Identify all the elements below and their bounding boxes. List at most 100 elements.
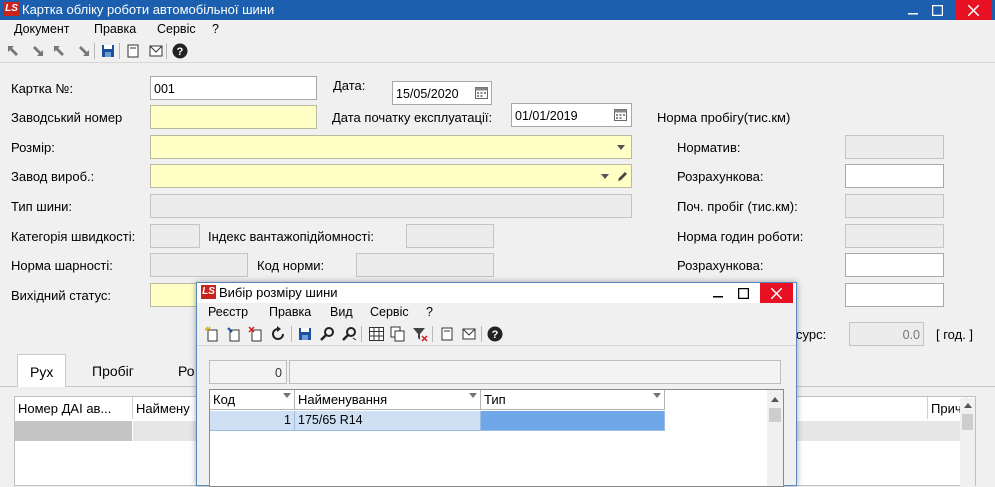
load-index-field <box>406 224 494 248</box>
close-icon <box>771 287 782 299</box>
menu-service[interactable]: Сервіс <box>370 305 409 319</box>
menu-service[interactable]: Сервіс <box>157 22 196 36</box>
column-header-name-label: Найменування <box>298 392 388 407</box>
column-header-plate[interactable]: Номер ДАІ ав... <box>15 397 133 419</box>
toolbar-separator <box>291 326 292 342</box>
minimize-icon <box>713 296 723 298</box>
filter-icon <box>413 328 428 342</box>
preview-button[interactable] <box>438 325 456 343</box>
refresh-icon <box>272 326 284 340</box>
toolbar-button-1[interactable] <box>5 42 23 60</box>
menubar: Документ Правка Сервіс ? <box>0 20 995 39</box>
close-button[interactable] <box>955 0 992 20</box>
manufacturer-dropdown[interactable] <box>150 164 632 188</box>
save-icon <box>299 328 311 340</box>
size-dropdown[interactable] <box>150 135 632 159</box>
arrow-down-right-icon <box>79 46 89 56</box>
extra-field[interactable] <box>845 283 944 307</box>
search-next-icon <box>342 327 357 341</box>
filter-code[interactable]: 0 <box>209 360 287 384</box>
chevron-down-icon[interactable] <box>600 172 610 180</box>
toolbar-button-4[interactable] <box>74 42 92 60</box>
scroll-thumb[interactable] <box>962 414 973 430</box>
dialog-close-button[interactable] <box>760 283 793 303</box>
scroll-up-icon[interactable] <box>767 392 782 407</box>
pencil-icon[interactable] <box>614 168 630 184</box>
preview-button[interactable] <box>124 42 142 60</box>
chevron-down-icon[interactable] <box>616 143 626 151</box>
resource-label: сурс: <box>796 327 827 342</box>
load-index-label: Індекс вантажопідйомності: <box>208 229 374 244</box>
normative-label: Норматив: <box>677 140 741 155</box>
menu-registry[interactable]: Реєстр <box>208 305 248 319</box>
maximize-button[interactable] <box>922 0 952 20</box>
initial-mileage-field <box>845 194 944 218</box>
email-button[interactable] <box>460 325 478 343</box>
size-label: Розмір: <box>11 140 55 155</box>
save-button[interactable] <box>296 325 314 343</box>
scroll-up-icon[interactable] <box>960 398 975 413</box>
toolbar-button-2[interactable] <box>28 42 46 60</box>
card-no-field[interactable]: 001 <box>150 76 317 100</box>
manufacturer-label: Завод вироб.: <box>11 169 95 184</box>
dialog-logo: LS <box>201 285 216 299</box>
filter-name[interactable] <box>289 360 781 384</box>
toolbar-button-3[interactable] <box>51 42 69 60</box>
menu-edit[interactable]: Правка <box>269 305 311 319</box>
document-icon <box>127 44 139 58</box>
tab-mileage[interactable]: Пробіг <box>80 354 146 387</box>
search-button[interactable] <box>318 325 336 343</box>
arrow-up-left-icon <box>8 46 18 56</box>
refresh-button[interactable] <box>269 325 287 343</box>
menu-help[interactable]: ? <box>426 305 433 319</box>
save-icon <box>102 45 114 57</box>
menu-view[interactable]: Вид <box>330 305 353 319</box>
toolbar-separator <box>94 43 95 59</box>
svg-text:?: ? <box>492 329 499 341</box>
calculated-field[interactable] <box>845 164 944 188</box>
save-button[interactable] <box>99 42 117 60</box>
norm-code-label: Код норми: <box>257 258 325 273</box>
toolbar-separator <box>481 326 482 342</box>
menu-edit[interactable]: Правка <box>94 22 136 36</box>
cell-type[interactable] <box>481 411 665 431</box>
scroll-thumb[interactable] <box>769 408 781 422</box>
envelope-icon <box>149 45 163 57</box>
help-button[interactable]: ? <box>486 325 504 343</box>
copy-button[interactable] <box>389 325 407 343</box>
table-view-button[interactable] <box>367 325 385 343</box>
arrow-down-right-icon <box>33 46 43 56</box>
dialog-title: Вибір розміру шини <box>219 285 338 300</box>
help-button[interactable]: ? <box>171 42 189 60</box>
serial-label: Заводський номер <box>11 110 123 125</box>
calendar-icon[interactable] <box>474 85 488 99</box>
add-button[interactable] <box>203 325 221 343</box>
tab-movement[interactable]: Рух <box>17 354 67 387</box>
speed-category-label: Категорія швидкості: <box>11 229 136 244</box>
dialog-maximize-button[interactable] <box>728 283 758 303</box>
cell-name[interactable]: 175/65 R14 <box>295 411 481 431</box>
edit-button[interactable] <box>225 325 243 343</box>
menu-help[interactable]: ? <box>212 22 219 36</box>
main-grid-scrollbar[interactable] <box>960 398 975 486</box>
cell-code[interactable]: 1 <box>210 411 295 431</box>
resource-field: 0.0 <box>849 322 924 346</box>
email-button[interactable] <box>147 42 165 60</box>
output-status-field[interactable] <box>150 283 200 307</box>
filter-button[interactable] <box>411 325 429 343</box>
find-next-button[interactable] <box>340 325 358 343</box>
menu-document[interactable]: Документ <box>14 22 69 36</box>
initial-mileage-label: Поч. пробіг (тис.км): <box>677 199 798 214</box>
column-header-type-label: Тип <box>484 392 506 407</box>
calculated2-field[interactable] <box>845 253 944 277</box>
calendar-icon[interactable] <box>613 107 627 121</box>
tire-type-field <box>150 194 632 218</box>
column-header-type[interactable]: Тип <box>481 390 665 410</box>
column-header-name[interactable]: Найменування <box>295 390 481 410</box>
serial-field[interactable] <box>150 105 317 129</box>
table-row[interactable] <box>15 421 132 441</box>
dialog-grid-scrollbar[interactable] <box>767 390 783 486</box>
column-header-code[interactable]: Код <box>210 390 295 410</box>
delete-button[interactable] <box>247 325 265 343</box>
calculated2-label: Розрахункова: <box>677 258 764 273</box>
